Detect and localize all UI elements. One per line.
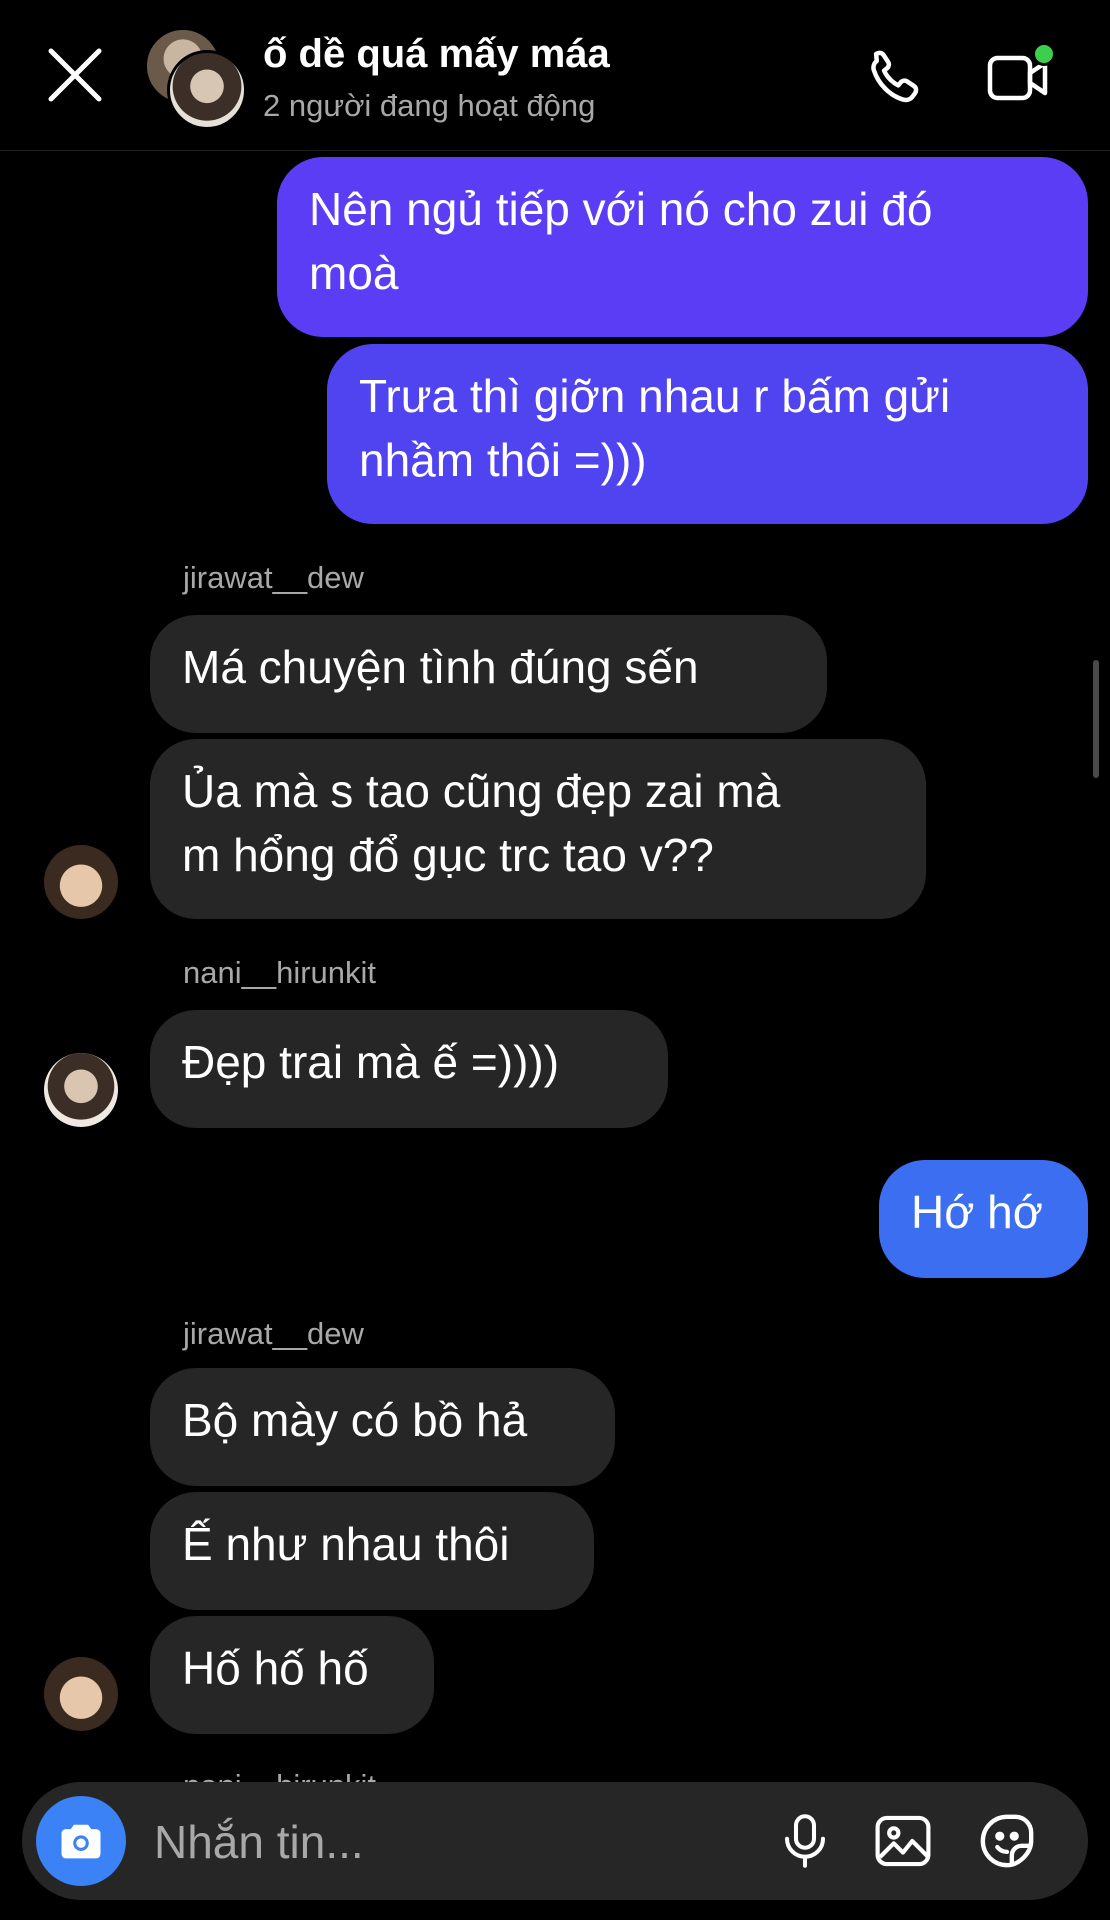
sticker-icon bbox=[980, 1814, 1034, 1868]
close-icon bbox=[48, 48, 102, 102]
message-text: nhầm thôi =))) bbox=[359, 434, 647, 486]
video-call-button[interactable] bbox=[980, 40, 1060, 116]
active-dot bbox=[1032, 42, 1056, 66]
gallery-button[interactable] bbox=[870, 1808, 936, 1874]
message-text: Ủa mà s tao cũng đẹp zai mà bbox=[182, 765, 781, 817]
message-text: Hố hố hố bbox=[182, 1642, 369, 1694]
message-text: moà bbox=[309, 247, 399, 299]
message-input[interactable] bbox=[152, 1810, 756, 1874]
microphone-icon bbox=[784, 1814, 826, 1868]
avatar[interactable] bbox=[44, 845, 118, 919]
message-composer bbox=[22, 1782, 1088, 1900]
avatar[interactable] bbox=[44, 1053, 118, 1127]
sticker-button[interactable] bbox=[974, 1808, 1040, 1874]
message-text: m hổng đổ gục trc tao v?? bbox=[182, 829, 714, 881]
chat-status: 2 người đang hoạt động bbox=[263, 88, 596, 123]
camera-button[interactable] bbox=[36, 1796, 126, 1886]
group-avatar[interactable] bbox=[145, 28, 247, 130]
message-outgoing[interactable]: Hớ hớ bbox=[879, 1160, 1088, 1278]
message-outgoing[interactable]: Trưa thì giỡn nhau r bấm gửi nhầm thôi =… bbox=[327, 344, 1088, 524]
call-button[interactable] bbox=[858, 40, 934, 116]
message-incoming[interactable]: Ủa mà s tao cũng đẹp zai mà m hổng đổ gụ… bbox=[150, 739, 926, 919]
message-text: Má chuyện tình đúng sến bbox=[182, 641, 699, 693]
chat-header: ố dề quá mấy máa 2 người đang hoạt động bbox=[0, 0, 1110, 151]
sender-name[interactable]: jirawat__dew bbox=[183, 1316, 364, 1352]
image-icon bbox=[875, 1815, 931, 1867]
message-incoming[interactable]: Bộ mày có bồ hả bbox=[150, 1368, 615, 1486]
camera-icon bbox=[61, 1824, 101, 1859]
message-text: Ế như nhau thôi bbox=[182, 1518, 510, 1570]
sender-name[interactable]: jirawat__dew bbox=[183, 560, 364, 596]
message-text: Đẹp trai mà ế =)))) bbox=[182, 1036, 560, 1088]
message-text: Trưa thì giỡn nhau r bấm gửi bbox=[359, 370, 951, 422]
message-incoming[interactable]: Ế như nhau thôi bbox=[150, 1492, 594, 1610]
chat-title[interactable]: ố dề quá mấy máa bbox=[263, 32, 610, 77]
sender-name[interactable]: nani__hirunkit bbox=[183, 955, 376, 991]
message-incoming[interactable]: Má chuyện tình đúng sến bbox=[150, 615, 827, 733]
message-text: Hớ hớ bbox=[911, 1186, 1043, 1238]
message-incoming[interactable]: Đẹp trai mà ế =)))) bbox=[150, 1010, 668, 1128]
close-button[interactable] bbox=[40, 40, 110, 110]
message-outgoing[interactable]: Nên ngủ tiếp với nó cho zui đó moà bbox=[277, 157, 1088, 337]
group-avatar-front bbox=[167, 50, 247, 130]
scrollbar[interactable] bbox=[1093, 660, 1099, 778]
message-text: Bộ mày có bồ hả bbox=[182, 1394, 528, 1446]
phone-icon bbox=[871, 50, 919, 103]
message-incoming[interactable]: Hố hố hố bbox=[150, 1616, 434, 1734]
microphone-button[interactable] bbox=[772, 1808, 838, 1874]
message-text: Nên ngủ tiếp với nó cho zui đó bbox=[309, 183, 933, 235]
avatar[interactable] bbox=[44, 1657, 118, 1731]
